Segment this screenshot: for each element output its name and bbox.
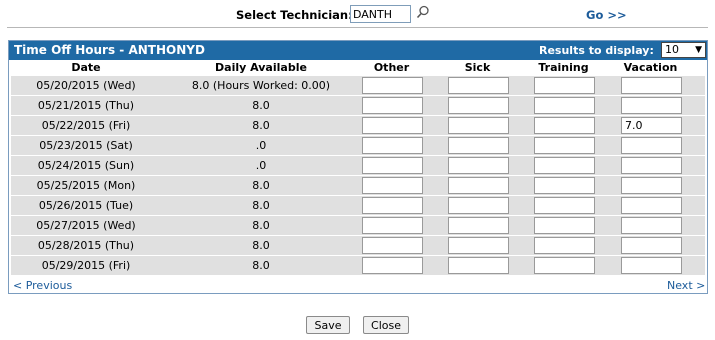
other-input[interactable] (362, 257, 423, 274)
go-link[interactable]: Go >> (586, 8, 627, 22)
dropdown-arrow-icon: ▼ (695, 45, 702, 55)
other-input[interactable] (362, 237, 423, 254)
other-input[interactable] (362, 137, 423, 154)
vacation-input[interactable] (621, 157, 682, 174)
table-row: 05/28/2015 (Thu) 8.0 (11, 236, 705, 255)
technician-input[interactable] (350, 5, 411, 23)
panel-title: Time Off Hours - ANTHONYD (14, 43, 205, 57)
vacation-input[interactable] (621, 177, 682, 194)
training-input[interactable] (534, 77, 595, 94)
training-input[interactable] (534, 197, 595, 214)
date-cell: 05/21/2015 (Thu) (37, 99, 135, 112)
other-input[interactable] (362, 197, 423, 214)
available-cell: .0 (255, 139, 267, 152)
technician-label: Select Technician: (236, 8, 353, 22)
column-header-vacation: Vacation (623, 61, 678, 74)
table-row: 05/25/2015 (Mon) 8.0 (11, 176, 705, 195)
training-input[interactable] (534, 117, 595, 134)
table-row: 05/21/2015 (Thu) 8.0 (11, 96, 705, 115)
divider (7, 27, 708, 28)
vacation-input[interactable] (621, 197, 682, 214)
next-link[interactable]: Next > (667, 279, 705, 292)
training-input[interactable] (534, 237, 595, 254)
column-header-other: Other (373, 61, 410, 74)
table-row: 05/26/2015 (Tue) 8.0 (11, 196, 705, 215)
results-label: Results to display: (539, 44, 654, 57)
available-cell: 8.0 (252, 219, 270, 232)
vacation-input[interactable] (621, 257, 682, 274)
sick-input[interactable] (448, 97, 509, 114)
available-cell: 8.0 (252, 199, 270, 212)
sick-input[interactable] (448, 117, 509, 134)
available-cell: 8.0 (252, 239, 270, 252)
sick-input[interactable] (448, 197, 509, 214)
available-cell: 8.0 (252, 259, 270, 272)
sick-input[interactable] (448, 237, 509, 254)
vacation-input[interactable] (621, 237, 682, 254)
sick-input[interactable] (448, 137, 509, 154)
table-row: 05/27/2015 (Wed) 8.0 (11, 216, 705, 235)
training-input[interactable] (534, 177, 595, 194)
panel-header: Time Off Hours - ANTHONYD Results to dis… (9, 41, 707, 60)
save-button[interactable]: Save (306, 316, 350, 334)
training-input[interactable] (534, 257, 595, 274)
sick-input[interactable] (448, 77, 509, 94)
other-input[interactable] (362, 97, 423, 114)
sick-input[interactable] (448, 177, 509, 194)
other-input[interactable] (362, 117, 423, 134)
training-input[interactable] (534, 137, 595, 154)
table-row: 05/29/2015 (Fri) 8.0 (11, 256, 705, 275)
date-cell: 05/28/2015 (Thu) (37, 239, 135, 252)
column-header-sick: Sick (464, 61, 491, 74)
vacation-input[interactable]: 7.0 (621, 117, 682, 134)
available-cell: .0 (255, 159, 267, 172)
available-cell: 8.0 (252, 119, 270, 132)
technician-bar: Select Technician: Go >> (0, 0, 715, 28)
date-cell: 05/27/2015 (Wed) (36, 219, 136, 232)
results-value: 10 (665, 43, 679, 56)
sick-input[interactable] (448, 257, 509, 274)
training-input[interactable] (534, 97, 595, 114)
column-header-date: Date (71, 61, 101, 74)
results-select[interactable]: 10 ▼ (661, 42, 706, 58)
table-row: 05/20/2015 (Wed) 8.0 (Hours Worked: 0.00… (11, 76, 705, 95)
table-row: 05/24/2015 (Sun) .0 (11, 156, 705, 175)
other-input[interactable] (362, 157, 423, 174)
date-cell: 05/25/2015 (Mon) (36, 179, 136, 192)
available-cell: 8.0 (252, 99, 270, 112)
previous-link[interactable]: < Previous (13, 279, 72, 292)
training-input[interactable] (534, 157, 595, 174)
search-icon[interactable] (416, 5, 430, 19)
date-cell: 05/20/2015 (Wed) (36, 79, 136, 92)
time-off-panel: Time Off Hours - ANTHONYD Results to dis… (8, 40, 708, 294)
close-button[interactable]: Close (363, 316, 409, 334)
vacation-input[interactable] (621, 217, 682, 234)
other-input[interactable] (362, 217, 423, 234)
available-cell: 8.0 (Hours Worked: 0.00) (191, 79, 331, 92)
vacation-input[interactable] (621, 97, 682, 114)
available-cell: 8.0 (252, 179, 270, 192)
training-input[interactable] (534, 217, 595, 234)
column-header-training: Training (538, 61, 589, 74)
date-cell: 05/29/2015 (Fri) (41, 259, 131, 272)
vacation-input[interactable] (621, 77, 682, 94)
date-cell: 05/23/2015 (Sat) (39, 139, 133, 152)
other-input[interactable] (362, 77, 423, 94)
other-input[interactable] (362, 177, 423, 194)
date-cell: 05/26/2015 (Tue) (38, 199, 134, 212)
vacation-input[interactable] (621, 137, 682, 154)
table-row: 05/23/2015 (Sat) .0 (11, 136, 705, 155)
table-row: 05/22/2015 (Fri) 8.0 7.0 (11, 116, 705, 135)
sick-input[interactable] (448, 157, 509, 174)
date-cell: 05/22/2015 (Fri) (41, 119, 131, 132)
column-header-daily-available: Daily Available (215, 61, 307, 74)
date-cell: 05/24/2015 (Sun) (37, 159, 135, 172)
sick-input[interactable] (448, 217, 509, 234)
